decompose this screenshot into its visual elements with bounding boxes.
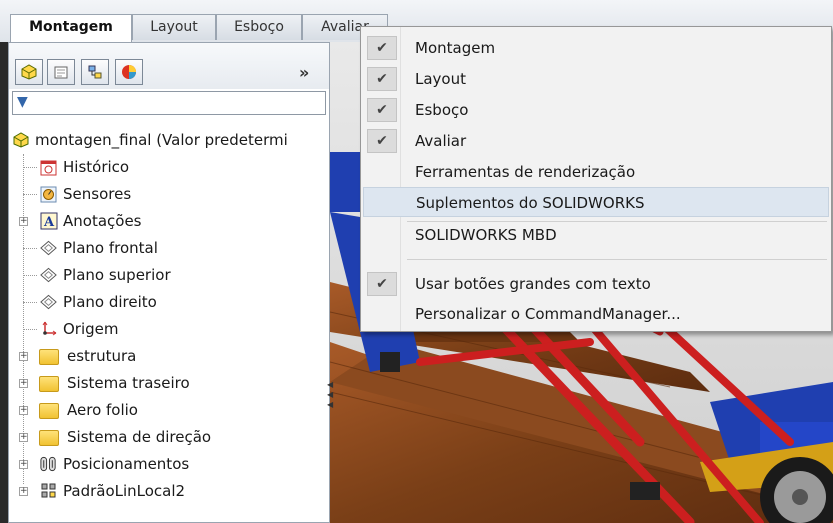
tree-item-label: PadrãoLinLocal2 xyxy=(63,482,186,500)
feature-manager-panel: » ▼ montagen_final (Valor predetermi His… xyxy=(8,42,330,523)
menu-item-usar-botoes-grandes[interactable]: ✔ Usar botões grandes com texto xyxy=(363,269,829,299)
menu-item-layout[interactable]: ✔ Layout xyxy=(363,64,829,94)
folder-icon xyxy=(39,403,59,419)
svg-text:A: A xyxy=(43,215,55,230)
mates-icon xyxy=(39,455,58,473)
origin-icon xyxy=(39,320,58,338)
tree-root-assembly[interactable]: montagen_final (Valor predetermi xyxy=(9,127,329,154)
tree-connector-line xyxy=(23,248,37,249)
menu-item-label: Montagem xyxy=(415,39,496,57)
feature-tree-tab-icon[interactable] xyxy=(15,59,43,85)
panel-splitter-handle[interactable]: ◀ ◀ ◀ xyxy=(327,380,333,420)
folder-icon xyxy=(39,376,59,392)
tree-item-estrutura[interactable]: + estrutura xyxy=(9,343,329,370)
menu-item-label: Esboço xyxy=(415,101,469,119)
expand-icon[interactable]: + xyxy=(19,406,28,415)
filter-icon[interactable]: ▼ xyxy=(17,94,28,110)
menu-item-suplementos[interactable]: Suplementos do SOLIDWORKS xyxy=(363,187,829,217)
tree-item-plano-frontal[interactable]: Plano frontal xyxy=(9,235,329,262)
plane-icon xyxy=(39,293,58,311)
tree-item-origem[interactable]: Origem xyxy=(9,316,329,343)
tab-context-menu: ✔ Montagem ✔ Layout ✔ Esboço ✔ Avaliar F… xyxy=(360,26,832,332)
menu-item-ferramentas-renderizacao[interactable]: Ferramentas de renderização xyxy=(363,157,829,187)
annotation-icon: A xyxy=(39,212,58,230)
expand-icon[interactable]: + xyxy=(19,460,28,469)
menu-item-label: Usar botões grandes com texto xyxy=(415,275,651,293)
tree-item-label: Histórico xyxy=(63,158,130,176)
panel-toolbar: » xyxy=(9,43,329,89)
tab-esboco[interactable]: Esboço xyxy=(216,14,302,40)
assembly-icon xyxy=(11,131,30,149)
menu-item-personalizar-commandmanager[interactable]: Personalizar o CommandManager... xyxy=(363,299,829,329)
expand-icon[interactable]: + xyxy=(19,379,28,388)
checkmark-icon: ✔ xyxy=(367,129,397,153)
more-tabs-button[interactable]: » xyxy=(299,63,309,82)
menu-item-label: Suplementos do SOLIDWORKS xyxy=(416,194,645,212)
plane-icon xyxy=(39,239,58,257)
plane-icon xyxy=(39,266,58,284)
folder-icon xyxy=(39,430,59,446)
tree-connector-line xyxy=(23,329,37,330)
history-icon xyxy=(39,158,58,176)
checkmark-icon: ✔ xyxy=(367,98,397,122)
tree-connector-line xyxy=(23,275,37,276)
display-manager-tab-icon[interactable] xyxy=(115,59,143,85)
pattern-icon xyxy=(39,482,58,500)
menu-item-avaliar[interactable]: ✔ Avaliar xyxy=(363,126,829,156)
tree-item-padrao-lin-local[interactable]: + PadrãoLinLocal2 xyxy=(9,478,329,505)
tree-item-posicionamentos[interactable]: + Posicionamentos xyxy=(9,451,329,478)
tree-item-plano-superior[interactable]: Plano superior xyxy=(9,262,329,289)
tree-item-historico[interactable]: Histórico xyxy=(9,154,329,181)
tree-item-label: Sensores xyxy=(63,185,132,203)
menu-item-label: Avaliar xyxy=(415,132,467,150)
tree-connector-line xyxy=(23,194,37,195)
tree-item-label: Sistema traseiro xyxy=(67,374,190,392)
menu-item-solidworks-mbd[interactable]: SOLIDWORKS MBD xyxy=(363,220,829,250)
tree-connector-line xyxy=(23,167,37,168)
expand-icon[interactable]: + xyxy=(19,487,28,496)
checkmark-icon: ✔ xyxy=(367,272,397,296)
expand-icon[interactable]: + xyxy=(19,352,28,361)
tree-item-sistema-direcao[interactable]: + Sistema de direção xyxy=(9,424,329,451)
tree-item-label: Sistema de direção xyxy=(67,428,212,446)
tab-layout[interactable]: Layout xyxy=(132,14,216,40)
tree-item-plano-direito[interactable]: Plano direito xyxy=(9,289,329,316)
tree-item-label: Posicionamentos xyxy=(63,455,190,473)
sensor-icon xyxy=(39,185,58,203)
tree-item-label: Plano frontal xyxy=(63,239,158,257)
tree-item-anotacoes[interactable]: + A Anotações xyxy=(9,208,329,235)
expand-icon[interactable]: + xyxy=(19,433,28,442)
configuration-manager-tab-icon[interactable] xyxy=(81,59,109,85)
menu-item-label: Layout xyxy=(415,70,466,88)
menu-item-label: Personalizar o CommandManager... xyxy=(415,305,681,323)
checkmark-icon: ✔ xyxy=(367,67,397,91)
menu-separator xyxy=(407,259,827,260)
tree-item-label: Anotações xyxy=(63,212,142,230)
folder-icon xyxy=(39,349,59,365)
expand-icon[interactable]: + xyxy=(19,217,28,226)
tree-item-label: estrutura xyxy=(67,347,137,365)
menu-item-montagem[interactable]: ✔ Montagem xyxy=(363,33,829,63)
tree-item-sistema-traseiro[interactable]: + Sistema traseiro xyxy=(9,370,329,397)
collapse-arrow-icon[interactable]: ◀ xyxy=(327,380,333,390)
menu-item-label: SOLIDWORKS MBD xyxy=(415,226,557,244)
tree-item-label: Plano direito xyxy=(63,293,157,311)
tree-item-aero-folio[interactable]: + Aero folio xyxy=(9,397,329,424)
checkmark-icon: ✔ xyxy=(367,36,397,60)
collapse-arrow-icon[interactable]: ◀ xyxy=(327,390,333,400)
collapse-arrow-icon[interactable]: ◀ xyxy=(327,400,333,410)
tree-item-sensores[interactable]: Sensores xyxy=(9,181,329,208)
property-manager-tab-icon[interactable] xyxy=(47,59,75,85)
tree-item-label: Origem xyxy=(63,320,119,338)
tree-item-label: montagen_final (Valor predetermi xyxy=(35,131,288,149)
menu-item-label: Ferramentas de renderização xyxy=(415,163,636,181)
tree-connector-line xyxy=(23,302,37,303)
menu-item-esboco[interactable]: ✔ Esboço xyxy=(363,95,829,125)
tree-filter-input[interactable]: ▼ xyxy=(12,91,326,115)
tree-item-label: Aero folio xyxy=(67,401,138,419)
tab-montagem[interactable]: Montagem xyxy=(10,14,132,42)
tree-item-label: Plano superior xyxy=(63,266,171,284)
